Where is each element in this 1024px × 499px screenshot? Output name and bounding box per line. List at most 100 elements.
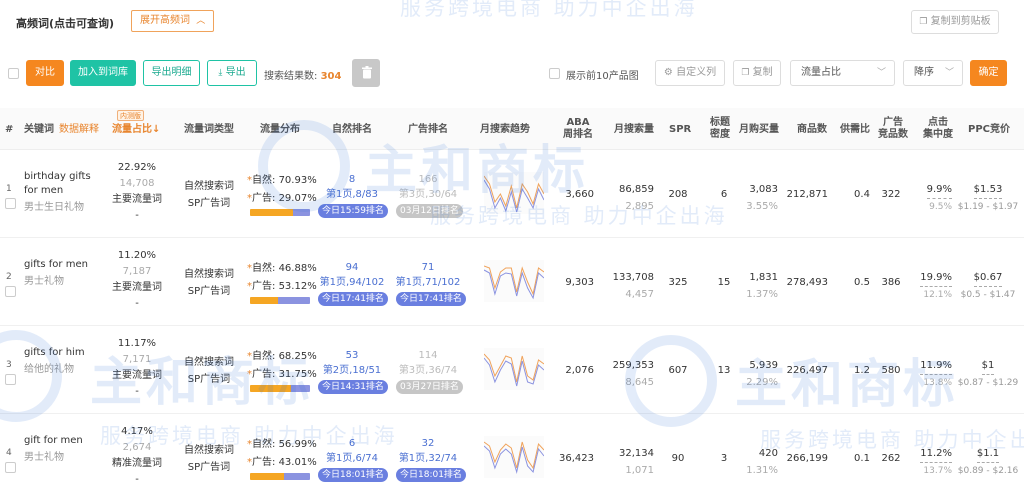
organic-rank-number[interactable]: 8 [318, 172, 386, 187]
add-to-library-button[interactable]: 加入到词库 [70, 60, 136, 86]
sort-order-select[interactable]: 降序 ﹀ [903, 60, 963, 86]
sort-field-select[interactable]: 流量占比 ﹀ [790, 60, 895, 86]
keyword-cell[interactable]: birthday gifts for men 男士生日礼物 [24, 170, 91, 213]
keyword-translation: 男士礼物 [24, 276, 64, 287]
ad-rank-number[interactable]: 32 [394, 436, 462, 451]
organic-rank-page[interactable]: 第1页,8/83 [318, 187, 386, 202]
chevron-down-icon-2: ﹀ [944, 68, 954, 78]
ad-rank-page[interactable]: 第3页,30/64 [394, 187, 462, 202]
confirm-button[interactable]: 确定 [970, 60, 1007, 86]
keyword-cell[interactable]: gifts for him 给他的礼物 [24, 346, 85, 375]
export-detail-button[interactable]: 导出明细 [143, 60, 200, 86]
keyword-cell[interactable]: gift for men 男士礼物 [24, 434, 83, 463]
expand-high-frequency-button[interactable]: 展开高频词 ︿ [131, 10, 215, 32]
copy-to-clipboard-button[interactable]: ❐ 复制到剪贴板 [911, 10, 999, 34]
organic-rank-page[interactable]: 第1页,94/102 [318, 275, 386, 290]
table-row[interactable]: 4 gift for men 男士礼物 4.17% 2,674 精准流量词 - … [0, 414, 1024, 499]
monthly-purchase-pct: 1.37% [746, 289, 778, 300]
organic-rank-cell[interactable]: 6 第1页,6/74 [318, 436, 386, 466]
organic-rank-page[interactable]: 第1页,6/74 [318, 451, 386, 466]
row-index: 4 [6, 448, 12, 458]
traffic-dist-bar [250, 473, 310, 480]
monthly-trend-chart[interactable] [484, 436, 544, 478]
monthly-trend-chart[interactable] [484, 348, 544, 390]
row-checkbox[interactable] [5, 462, 16, 473]
ad-rank-cell[interactable]: 166 第3页,30/64 [394, 172, 462, 202]
custom-columns-button[interactable]: ⚙ 自定义列 [655, 60, 725, 86]
col-traffic-share[interactable]: 流量占比↓ [112, 124, 160, 136]
monthly-purchase-cell: 1,831 1.37% [736, 269, 778, 303]
traffic-type-sp: SP广告词 [187, 374, 231, 385]
monthly-trend-chart[interactable] [484, 172, 544, 214]
ad-rank-page[interactable]: 第3页,36/74 [394, 363, 462, 378]
organic-label: 自然: [252, 351, 276, 362]
ppc-cell: $1 $0.87 - $1.29 [954, 357, 1022, 392]
table-row[interactable]: 3 gifts for him 给他的礼物 11.17% 7,171 主要流量词… [0, 326, 1024, 414]
row-checkbox[interactable] [5, 374, 16, 385]
organic-label: 自然: [252, 175, 276, 186]
copy-button[interactable]: ❐ 复制 [733, 60, 781, 86]
col-title-density-line2: 密度 [710, 129, 730, 140]
ad-rank-page[interactable]: 第1页,71/102 [394, 275, 462, 290]
ad-rank-time-badge: 03月27日排名 [396, 380, 463, 394]
keyword-cell[interactable]: gifts for men 男士礼物 [24, 258, 88, 287]
keyword-text-2[interactable]: for men [24, 184, 91, 198]
select-all-checkbox[interactable] [8, 68, 19, 79]
data-explain-link[interactable]: 数据解释 [59, 124, 99, 136]
keyword-translation: 给他的礼物 [24, 364, 74, 375]
ad-products-value: 580 [881, 365, 901, 376]
organic-rank-page[interactable]: 第2页,18/51 [318, 363, 386, 378]
keyword-text[interactable]: gift for men [24, 434, 83, 448]
keyword-text[interactable]: birthday gifts [24, 170, 91, 184]
organic-share-segment [250, 297, 278, 304]
monthly-search-cell: 86,859 2,895 [606, 181, 654, 215]
ad-rank-cell[interactable]: 114 第3页,36/74 [394, 348, 462, 378]
supply-ratio-value: 0.4 [854, 189, 870, 200]
keyword-text[interactable]: gifts for men [24, 258, 88, 272]
ad-rank-number[interactable]: 166 [394, 172, 462, 187]
monthly-purchase-value: 5,939 [749, 360, 778, 371]
traffic-share-count: 7,171 [122, 354, 152, 365]
col-monthly-trend: 月搜索趋势 [480, 124, 530, 135]
keyword-text[interactable]: gifts for him [24, 346, 85, 360]
organic-rank-number[interactable]: 53 [318, 348, 386, 363]
compare-button[interactable]: 对比 [26, 60, 64, 86]
monthly-search-sub: 4,457 [625, 289, 654, 300]
organic-rank-number[interactable]: 6 [318, 436, 386, 451]
ad-rank-cell[interactable]: 71 第1页,71/102 [394, 260, 462, 290]
monthly-purchase-pct: 2.29% [746, 377, 778, 388]
delete-button[interactable] [352, 59, 380, 87]
traffic-dist-cell: *自然: 68.25% *广告: 31.75% [247, 348, 317, 384]
organic-rank-cell[interactable]: 94 第1页,94/102 [318, 260, 386, 290]
export-label: 导出 [225, 67, 246, 78]
monthly-trend-chart[interactable] [484, 260, 544, 302]
keyword-analysis-page: 高频词(点击可查询) 展开高频词 ︿ ❐ 复制到剪贴板 对比 加入到词库 导出明… [0, 0, 1024, 499]
table-row[interactable]: 2 gifts for men 男士礼物 11.20% 7,187 主要流量词 … [0, 238, 1024, 326]
supply-ratio-value: 0.5 [854, 277, 870, 288]
traffic-share-cell: 11.17% 7,171 主要流量词 - [102, 336, 172, 400]
click-concentration-value: 11.2% [920, 445, 952, 463]
ad-rank-cell[interactable]: 32 第1页,32/74 [394, 436, 462, 466]
product-count-value: 226,497 [786, 365, 828, 376]
export-button[interactable]: ⤓ 导出 [207, 60, 257, 86]
organic-pct: 70.93% [278, 175, 317, 186]
ad-rank-number[interactable]: 71 [394, 260, 462, 275]
ad-rank-number[interactable]: 114 [394, 348, 462, 363]
organic-rank-cell[interactable]: 53 第2页,18/51 [318, 348, 386, 378]
organic-rank-number[interactable]: 94 [318, 260, 386, 275]
click-concentration-sub: 13.8% [923, 378, 952, 388]
traffic-share-dash: - [135, 210, 139, 221]
col-keyword: 关键词 [24, 124, 54, 135]
ad-pct: 31.75% [278, 369, 317, 380]
ad-rank-page[interactable]: 第1页,32/74 [394, 451, 462, 466]
col-traffic-type: 流量词类型 [184, 124, 234, 135]
show-top10-checkbox[interactable] [549, 68, 560, 79]
row-checkbox[interactable] [5, 198, 16, 209]
organic-rank-cell[interactable]: 8 第1页,8/83 [318, 172, 386, 202]
ppc-range: $1.19 - $1.97 [957, 202, 1019, 212]
table-row[interactable]: 1 birthday gifts for men 男士生日礼物 22.92% 1… [0, 150, 1024, 238]
row-checkbox[interactable] [5, 286, 16, 297]
spr-value: 208 [668, 189, 688, 200]
monthly-purchase-pct: 1.31% [746, 465, 778, 476]
ad-pct: 43.01% [278, 457, 317, 468]
